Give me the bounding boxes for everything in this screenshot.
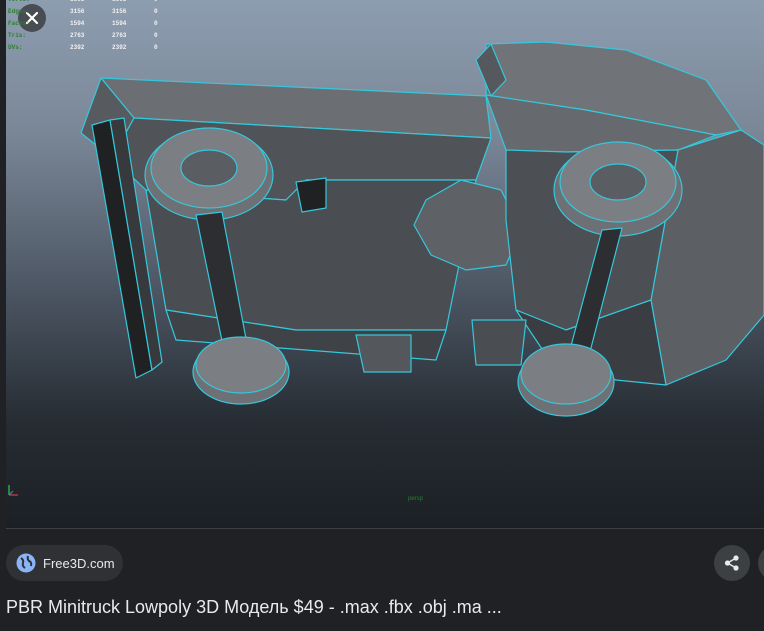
stat-row: Tris: 2763 2763 0 [8, 30, 174, 42]
stat-row: Edges: 3156 3156 0 [8, 6, 174, 18]
result-title[interactable]: PBR Minitruck Lowpoly 3D Модель $49 - .m… [6, 597, 502, 618]
model-preview-viewport: Verts: 1803 1803 0 Edges: 3156 3156 0 Fa… [6, 0, 764, 528]
stat-value: 0 [154, 44, 158, 51]
minitruck-wireframe-render [80, 41, 764, 417]
stat-key: UVs: [8, 44, 23, 51]
stat-value: 2392 [112, 44, 127, 51]
stat-key: Edges: [8, 8, 30, 15]
divider [6, 528, 764, 529]
stat-key: Tris: [8, 32, 27, 39]
stat-value: 2763 [70, 32, 85, 39]
stat-value: 2392 [70, 44, 85, 51]
more-button[interactable] [758, 545, 764, 581]
stat-value: 0 [154, 8, 158, 15]
source-name: Free3D.com [43, 555, 115, 571]
camera-label: persp [408, 496, 424, 502]
stat-value: 3156 [112, 8, 127, 15]
axis-gizmo-icon [8, 485, 18, 496]
share-button[interactable] [714, 545, 750, 581]
stat-value: 1594 [70, 20, 85, 27]
stat-row: Faces: 1594 1594 0 [8, 18, 174, 30]
globe-icon [16, 553, 36, 573]
share-icon [724, 555, 739, 571]
stat-value: 2763 [112, 32, 127, 39]
stat-key: Faces: [8, 20, 30, 27]
stat-value: 0 [154, 32, 158, 39]
stat-value: 0 [154, 20, 158, 27]
stat-row: UVs: 2392 2392 0 [8, 42, 174, 54]
stat-value: 3156 [70, 8, 85, 15]
source-link[interactable]: Free3D.com [6, 545, 123, 581]
stat-value: 1594 [112, 20, 127, 27]
scene-statistics: Verts: 1803 1803 0 Edges: 3156 3156 0 Fa… [8, 0, 174, 54]
